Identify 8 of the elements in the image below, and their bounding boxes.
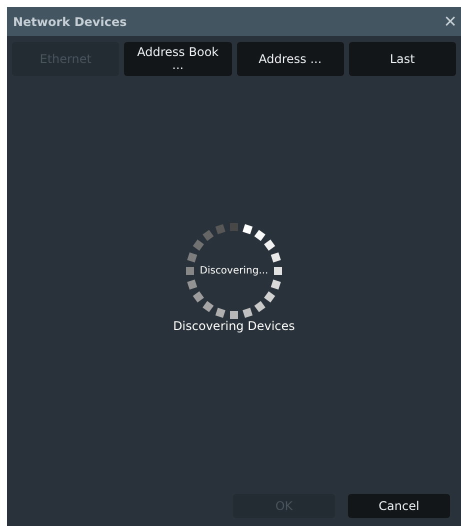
window-title: Network Devices — [13, 14, 127, 30]
tab-button[interactable]: Last — [348, 42, 456, 76]
tab-button[interactable]: Address Book ... — [124, 42, 232, 76]
close-button[interactable]: ✕ — [444, 14, 457, 30]
spinner-label: Discovering... — [200, 264, 268, 278]
tab-button[interactable]: Address ... — [236, 42, 344, 76]
cancel-button[interactable]: Cancel — [348, 494, 450, 518]
status-text: Discovering Devices — [173, 318, 295, 335]
